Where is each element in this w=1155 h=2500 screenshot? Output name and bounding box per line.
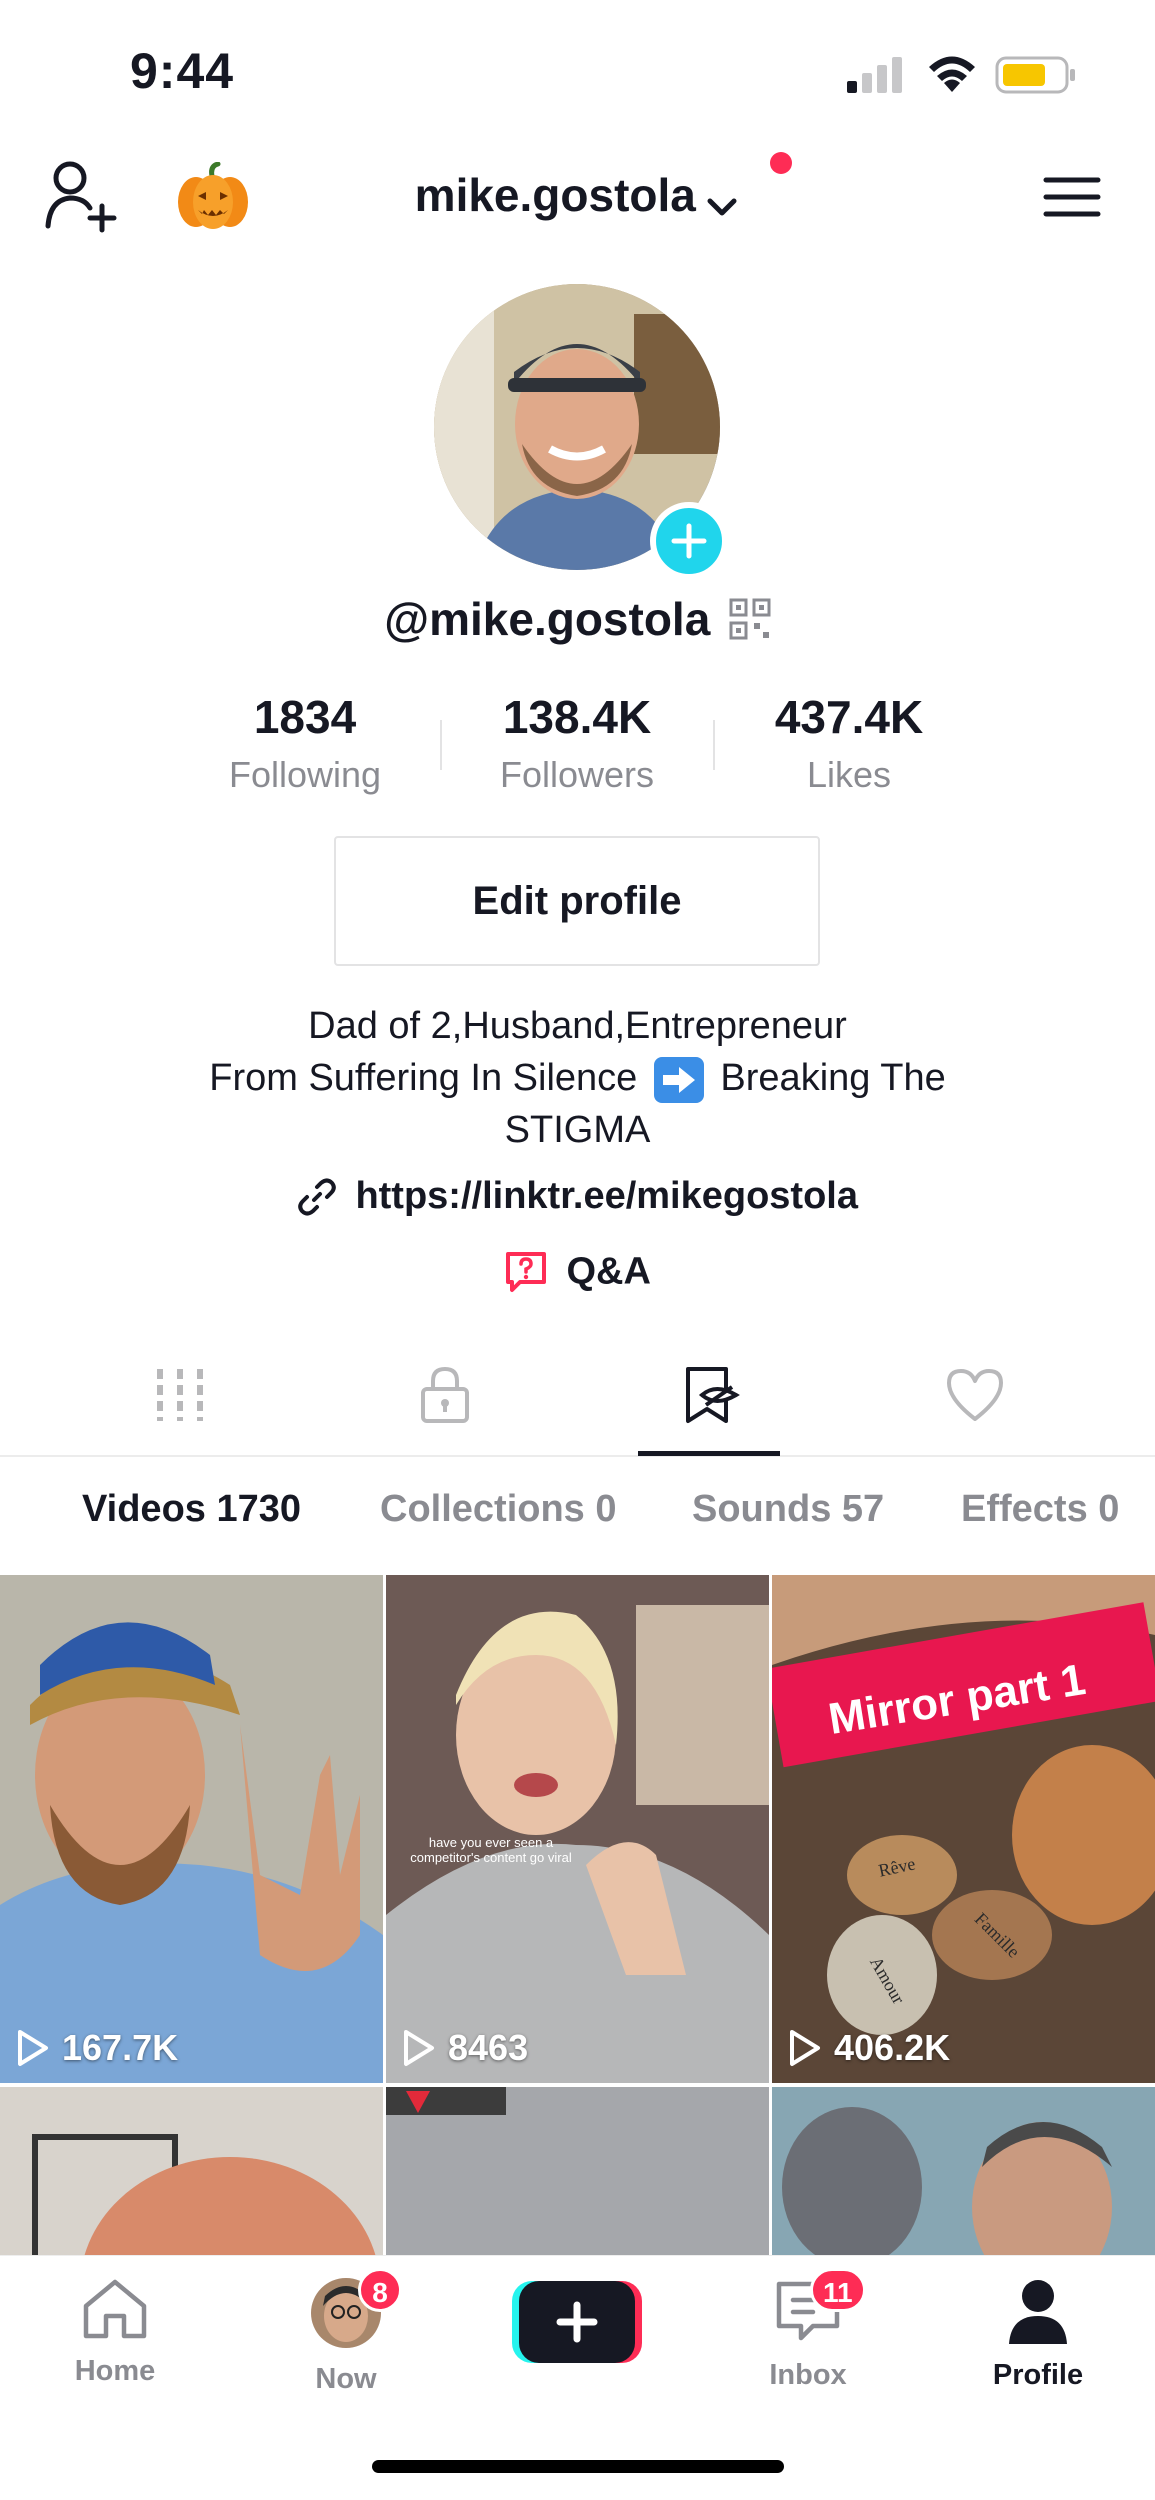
bio-link[interactable]: https://linktr.ee/mikegostola: [0, 1175, 1155, 1218]
nav-now-label: Now: [315, 2363, 377, 2395]
create-video-button[interactable]: [512, 2281, 642, 2363]
nav-inbox[interactable]: Inbox 11: [738, 2268, 878, 2392]
sub-tabs: Videos 1730 Collections 0 Sounds 57 Effe…: [0, 1488, 1155, 1548]
subtab-effects[interactable]: Effects 0: [961, 1488, 1119, 1531]
wifi-icon: [929, 56, 975, 92]
qr-code-icon[interactable]: [729, 598, 771, 640]
content-tabs: [0, 1345, 1155, 1457]
plus-icon: [671, 523, 707, 559]
bio-line: Dad of 2,Husband,Entrepreneur: [308, 1005, 847, 1047]
video-thumbnail-image: [0, 1575, 383, 2083]
video-thumbnail-image: [772, 1575, 1155, 2083]
stat-divider: [440, 720, 442, 770]
video-thumbnail[interactable]: have you ever seen a competitor's conten…: [386, 1575, 769, 2083]
video-grid: 167.7K have you ever seen a competitor's…: [0, 1575, 1155, 2255]
view-count-text: 406.2K: [834, 2027, 951, 2068]
video-thumbnail[interactable]: [772, 2087, 1155, 2255]
view-count: 8463: [402, 2027, 528, 2069]
qa-label: Q&A: [566, 1250, 651, 1293]
status-time: 9:44: [130, 43, 235, 99]
likes-count: 437.4K: [774, 691, 924, 743]
account-notification-dot: [770, 152, 792, 174]
video-thumbnail-image: [772, 2087, 1155, 2255]
following-count: 1834: [253, 691, 357, 743]
link-icon: [298, 1178, 336, 1215]
followers-label: Followers: [499, 754, 655, 795]
username-switcher[interactable]: mike.gostola: [415, 169, 696, 221]
home-icon: [83, 2279, 147, 2339]
battery-icon: [995, 56, 1075, 94]
video-thumbnail[interactable]: [0, 2087, 383, 2255]
view-count: 167.7K: [16, 2027, 178, 2069]
video-thumbnail[interactable]: 167.7K: [0, 1575, 383, 2083]
stat-followers[interactable]: 138.4K Followers: [457, 690, 697, 796]
nav-home-label: Home: [74, 2355, 156, 2387]
nav-profile-label: Profile: [992, 2359, 1084, 2391]
video-thumbnail-image: [386, 1575, 769, 2083]
bio: Dad of 2,Husband,Entrepreneur From Suffe…: [0, 1000, 1155, 1156]
stat-following[interactable]: 1834 Following: [185, 690, 425, 796]
stat-likes[interactable]: 437.4K Likes: [729, 690, 969, 796]
right-arrow-icon: [653, 1056, 704, 1103]
bio-line: STIGMA: [504, 1109, 651, 1151]
inbox-badge: 11: [810, 2268, 866, 2312]
handle-row: @mike.gostola: [0, 592, 1155, 646]
reposts-hidden-tab-icon[interactable]: [680, 1365, 740, 1425]
subtab-videos[interactable]: Videos 1730: [82, 1488, 301, 1531]
active-tab-indicator: [638, 1451, 780, 1456]
bio-line: From Suffering In Silence Breaking The: [0, 1052, 1155, 1104]
video-thumbnail[interactable]: Mirror part 1 Rêve Famille Amour 406.2K: [772, 1575, 1155, 2083]
bio-link-text[interactable]: https://linktr.ee/mikegostola: [355, 1175, 858, 1217]
play-icon: [404, 2030, 434, 2066]
profile-icon: [1009, 2280, 1067, 2344]
add-avatar-button[interactable]: [650, 502, 728, 580]
video-caption: have you ever seen a competitor's conten…: [410, 1835, 572, 1865]
likes-label: Likes: [806, 754, 892, 795]
nav-inbox-label: Inbox: [769, 2359, 847, 2391]
play-icon: [18, 2030, 48, 2066]
view-count: 406.2K: [788, 2027, 950, 2069]
subtab-sounds[interactable]: Sounds 57: [692, 1488, 884, 1531]
play-icon: [790, 2030, 820, 2066]
liked-heart-tab-icon[interactable]: [945, 1365, 1005, 1425]
bio-text: From Suffering In Silence: [209, 1057, 638, 1099]
menu-icon[interactable]: [1042, 172, 1102, 222]
profile-handle: @mike.gostola: [384, 593, 711, 645]
video-thumbnail-image: [386, 2087, 769, 2255]
nav-home[interactable]: Home: [45, 2276, 185, 2388]
home-indicator: [372, 2460, 784, 2473]
now-badge: 8: [358, 2268, 402, 2312]
qa-link[interactable]: Q&A: [0, 1250, 1155, 1294]
nav-now[interactable]: Now 8: [276, 2268, 416, 2396]
private-lock-tab-icon[interactable]: [415, 1365, 475, 1425]
stat-divider: [713, 720, 715, 770]
profile-stats: 1834 Following 138.4K Followers 437.4K L…: [0, 690, 1155, 800]
bio-text: Breaking The: [720, 1057, 946, 1099]
following-label: Following: [228, 754, 382, 795]
videos-grid-tab-icon[interactable]: [150, 1365, 210, 1425]
edit-profile-button[interactable]: Edit profile: [334, 836, 820, 966]
followers-count: 138.4K: [502, 691, 652, 743]
view-count-text: 167.7K: [62, 2027, 179, 2068]
video-thumbnail-image: [0, 2087, 383, 2255]
view-count-text: 8463: [448, 2027, 529, 2068]
question-bubble-icon: [506, 1252, 547, 1292]
cellular-signal-icon: [847, 57, 902, 93]
subtab-collections[interactable]: Collections 0: [380, 1488, 617, 1531]
status-bar: 9:44: [0, 0, 1155, 140]
profile-header: mike.gostola: [0, 140, 1155, 260]
chevron-down-icon[interactable]: [704, 189, 740, 225]
video-thumbnail[interactable]: [386, 2087, 769, 2255]
nav-profile[interactable]: Profile: [968, 2276, 1108, 2392]
